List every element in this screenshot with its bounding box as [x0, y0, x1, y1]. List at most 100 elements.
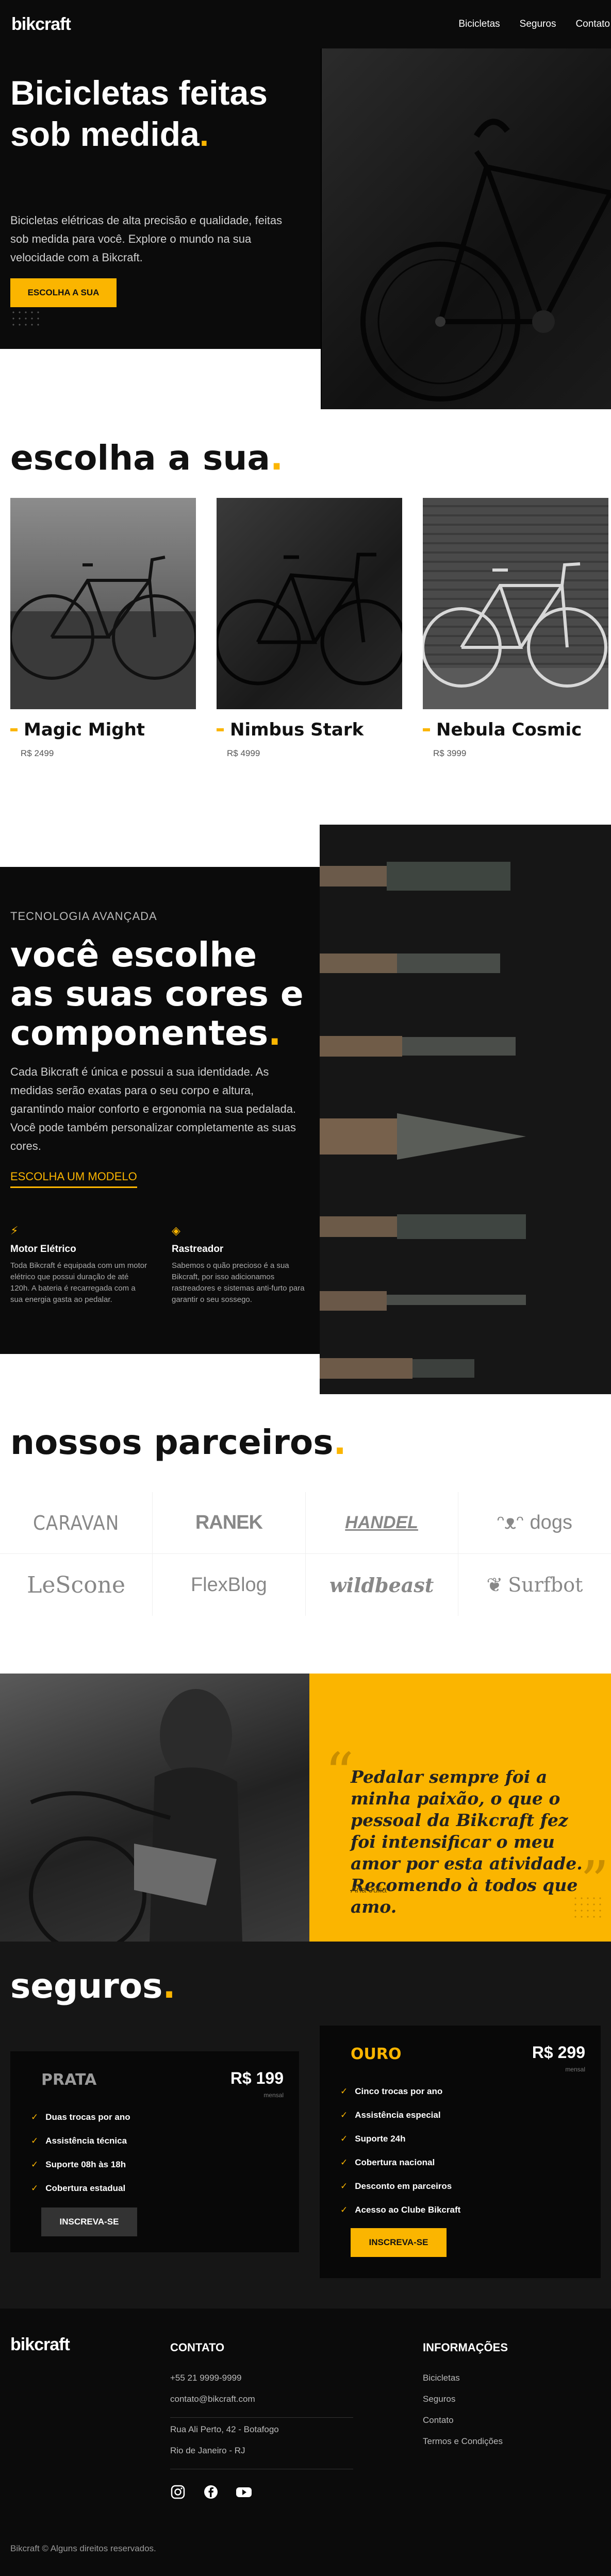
site-footer — [0, 2309, 611, 2576]
footer-divider — [170, 2417, 353, 2418]
main-nav: Bicicletas Seguros Contato — [458, 19, 611, 30]
footer-info-title: Informações — [423, 2341, 508, 2354]
bike-name[interactable]: Nimbus Stark — [217, 720, 402, 740]
plan-period: mensal — [565, 2066, 585, 2073]
plan-name: PRATA — [41, 2071, 97, 2089]
choose-model-link[interactable]: Escolha um modelo — [10, 1170, 137, 1188]
bike-name[interactable]: Magic Might — [10, 720, 196, 740]
decorative-dots — [572, 1895, 603, 1921]
plan-feature: Acesso ao Clube Bikcraft — [340, 2205, 460, 2215]
plan-feature: Cobertura estadual — [31, 2183, 130, 2194]
footer-email[interactable]: contato@bikcraft.com — [170, 2394, 255, 2404]
bike-name[interactable]: Nebula Cosmic — [423, 720, 608, 740]
nav-contato[interactable]: Contato — [575, 19, 610, 30]
plan-price: R$ 199 — [230, 2069, 284, 2087]
bike-illustration — [10, 556, 196, 709]
youtube-icon[interactable] — [234, 2482, 254, 2502]
feature-text: Sabemos o quão precioso é a sua Bikcraft… — [172, 1261, 305, 1304]
partner-logo-ranek: RANEK — [153, 1492, 306, 1554]
footer-link-bicicletas[interactable]: Bicicletas — [423, 2373, 460, 2383]
plan-feature: Assistência técnica — [31, 2136, 130, 2146]
bike-price: R$ 2499 — [21, 748, 54, 758]
footer-address-line2: Rio de Janeiro - RJ — [170, 2446, 245, 2455]
feature-title: Motor Elétrico — [10, 1244, 76, 1254]
bike-illustration — [217, 553, 402, 685]
testimonial-section: “ Pedalar sempre foi a minha paixão, o q… — [309, 1674, 611, 1942]
plan-feature: Suporte 24h — [340, 2134, 460, 2144]
plan-price: R$ 299 — [532, 2043, 585, 2062]
plan-feature: Suporte 08h às 18h — [31, 2160, 130, 2170]
footer-link-termos[interactable]: Termos e Condições — [423, 2436, 503, 2447]
bike-image — [217, 498, 402, 709]
facebook-icon[interactable] — [201, 2482, 221, 2502]
instagram-icon[interactable] — [168, 2482, 188, 2502]
plan-prata: PRATA R$ 199 mensal Duas trocas por ano … — [10, 2051, 299, 2252]
tech-kicker: Tecnologia Avançada — [10, 910, 157, 923]
electric-icon: ⚡ — [10, 1224, 19, 1237]
bike-illustration — [423, 562, 608, 709]
bike-price: R$ 3999 — [433, 748, 467, 758]
cyclist-illustration — [29, 1689, 242, 1942]
plan-feature: Cinco trocas por ano — [340, 2086, 460, 2097]
plan-feature: Duas trocas por ano — [31, 2112, 130, 2122]
tech-text: Cada Bikcraft é única e possui a sua ide… — [10, 1065, 296, 1152]
plan-feature: Cobertura nacional — [340, 2157, 460, 2168]
bike-card-nimbus-stark[interactable]: Nimbus Stark R$ 4999 — [217, 498, 402, 759]
feature-motor: ⚡ Motor Elétrico Toda Bikcraft é equipad… — [10, 1224, 150, 1306]
footer-address-line1: Rua Ali Perto, 42 - Botafogo — [170, 2424, 279, 2434]
plan-features: Duas trocas por ano Assistência técnica … — [31, 2112, 130, 2207]
chisels-illustration — [320, 825, 611, 1394]
feature-text: Toda Bikcraft é equipada com um motor el… — [10, 1261, 147, 1304]
decorative-dots — [10, 309, 41, 330]
copyright: Bikcraft © Alguns direitos reservados. — [10, 2544, 156, 2553]
footer-link-contato[interactable]: Contato — [423, 2415, 454, 2426]
footer-contato-title: Contato — [170, 2341, 225, 2354]
plan-name: OURO — [351, 2045, 402, 2063]
footer-link-seguros[interactable]: Seguros — [423, 2394, 455, 2404]
partner-logo-flexblog: FlexBlog — [153, 1554, 306, 1616]
hero-cta-button[interactable]: Escolha a sua — [10, 278, 117, 307]
feather-icon: ❦ — [486, 1574, 503, 1596]
bike-card-magic-might[interactable]: Magic Might R$ 2499 — [10, 498, 196, 759]
footer-logo[interactable]: bikcraft — [10, 2335, 70, 2355]
footer-phone[interactable]: +55 21 9999-9999 — [170, 2373, 242, 2383]
hero-bike-image — [321, 48, 611, 409]
road-bike-illustration — [360, 119, 611, 402]
bike-image — [423, 498, 608, 709]
nav-bicicletas[interactable]: Bicicletas — [458, 19, 500, 30]
hero-title: Bicicletas feitas sob medida. — [10, 74, 268, 153]
bike-price: R$ 4999 — [227, 748, 260, 758]
tech-title: você escolhe as suas cores e componentes… — [10, 935, 304, 1053]
partners-grid: CARAVAN RANEK HANDEL ᵔᴥᵔ dogs LeScone Fle… — [0, 1492, 611, 1616]
seguros-title: seguros. — [10, 1966, 176, 2006]
nav-seguros[interactable]: Seguros — [520, 19, 556, 30]
testimonial-author: Ana Júlia — [351, 1885, 387, 1895]
partner-logo-surfbot: ❦ Surfbot — [486, 1574, 583, 1596]
partner-logo-caravan: CARAVAN — [0, 1492, 153, 1554]
escolha-title: escolha a sua. — [10, 438, 284, 478]
plan-period: mensal — [263, 2092, 284, 2099]
partner-logo-lescone: LeScone — [0, 1554, 153, 1616]
tracker-icon: ◈ — [172, 1224, 180, 1237]
hero-text: Bicicletas elétricas de alta precisão e … — [10, 214, 283, 264]
subscribe-prata-button[interactable]: Inscreva-se — [41, 2207, 137, 2236]
feature-rastreador: ◈ Rastreador Sabemos o quão precioso é a… — [172, 1224, 311, 1306]
partner-logo-dogs: ᵔᴥᵔ dogs — [458, 1492, 611, 1554]
bike-image — [10, 498, 196, 709]
partner-logo-wildbeast: wildbeast — [306, 1554, 458, 1616]
plan-features: Cinco trocas por ano Assistência especia… — [340, 2086, 460, 2229]
plan-feature: Desconto em parceiros — [340, 2181, 460, 2192]
tools-image — [320, 825, 611, 1394]
open-quote-icon: “ — [325, 1741, 354, 1806]
feature-title: Rastreador — [172, 1244, 224, 1254]
parceiros-title: nossos parceiros. — [10, 1423, 346, 1462]
logo[interactable]: bikcraft — [11, 14, 71, 35]
bike-card-nebula-cosmic[interactable]: Nebula Cosmic R$ 3999 — [423, 498, 608, 759]
dog-face-icon: ᵔᴥᵔ — [497, 1512, 524, 1533]
partner-logo-handel: HANDEL — [305, 1492, 458, 1554]
plan-feature: Assistência especial — [340, 2110, 460, 2120]
testimonial-photo — [0, 1674, 309, 1942]
site-header: bikcraft Bicicletas Seguros Contato — [0, 0, 611, 48]
subscribe-ouro-button[interactable]: Inscreva-se — [351, 2228, 447, 2257]
plan-ouro: OURO R$ 299 mensal Cinco trocas por ano … — [320, 2026, 601, 2278]
